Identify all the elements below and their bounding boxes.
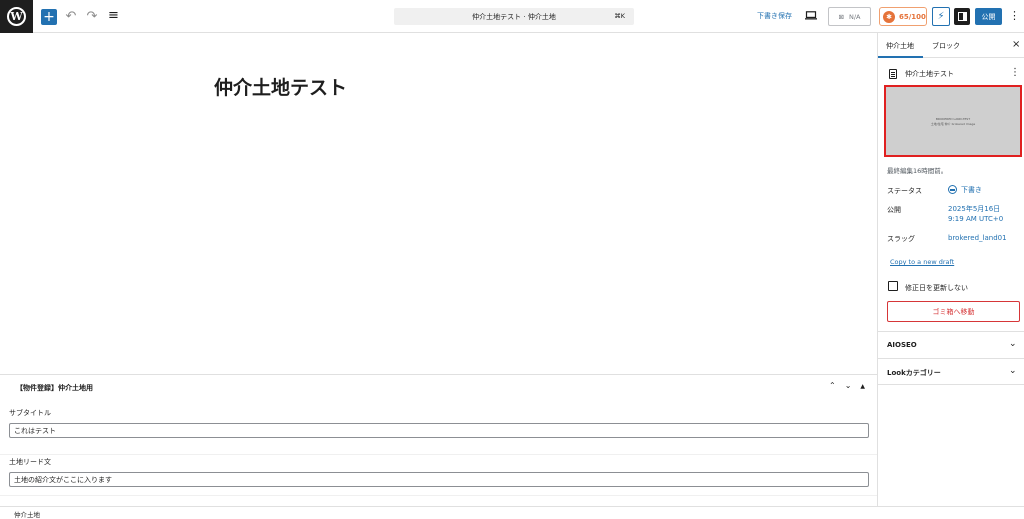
- aioseo-score: 65/100: [899, 12, 926, 21]
- editor-topbar: W + ↶ ↷ ≡ 仲介土地テスト · 仲介土地 ⌘K 下書き保存 ⊠ N/A …: [0, 0, 1024, 33]
- sidebar-document-title: 仲介土地テスト: [905, 70, 954, 78]
- post-document-icon: [889, 69, 897, 79]
- slug-label: スラッグ: [887, 235, 915, 243]
- tab-post[interactable]: 仲介土地: [886, 41, 914, 51]
- chevron-down-icon: ⌄: [1009, 366, 1017, 376]
- field-divider: [0, 495, 877, 496]
- settings-toggle-button[interactable]: [954, 8, 970, 25]
- publish-time: 9:19 AM UTC+0: [948, 215, 1004, 223]
- status-label: ステータス: [887, 187, 922, 195]
- thumbnail-text: 土地/住宅 仲介 brokered Image: [930, 121, 976, 126]
- editor-footer: 仲介土地: [0, 506, 1024, 519]
- publish-button[interactable]: 公開: [975, 8, 1002, 25]
- publish-date: 2025年5月16日: [948, 205, 1001, 213]
- featured-image-thumbnail[interactable]: BROKERED LAND-TEST 土地/住宅 仲介 brokered Ima…: [884, 85, 1022, 157]
- seo-na-button[interactable]: ⊠ N/A: [828, 7, 871, 26]
- ai-magic-wand-icon[interactable]: ⚡: [932, 7, 950, 26]
- add-block-button[interactable]: +: [41, 9, 57, 25]
- panel-look-category[interactable]: Lookカテゴリー ⌄: [878, 358, 1024, 385]
- panel-title: Lookカテゴリー: [887, 369, 941, 377]
- lead-text-label: 土地リード文: [9, 458, 51, 466]
- property-metabox: 【物件登録】仲介土地用 ⌃ ⌄ ▲ サブタイトル 土地リード文: [0, 374, 877, 506]
- post-actions-more-icon[interactable]: ⋮: [1010, 67, 1020, 78]
- move-to-trash-button[interactable]: ゴミ箱へ移動: [887, 301, 1020, 322]
- command-shortcut: ⌘K: [614, 12, 625, 20]
- chevron-down-icon: ⌄: [1009, 339, 1017, 349]
- sidebar-panel-icon: [957, 12, 967, 21]
- seo-grid-icon: ⊠: [838, 12, 844, 21]
- draft-status-icon: [948, 185, 957, 194]
- options-more-icon[interactable]: ⋮: [1009, 9, 1020, 22]
- subtitle-input[interactable]: [9, 423, 869, 438]
- seo-na-label: N/A: [848, 12, 861, 21]
- close-icon[interactable]: ×: [1012, 39, 1020, 50]
- editor-canvas[interactable]: 仲介土地テスト: [0, 33, 877, 374]
- last-edited-text: 最終編集16時間前。: [887, 167, 948, 175]
- publish-label: 公開: [887, 206, 901, 214]
- wordpress-logo-icon: W: [7, 7, 26, 26]
- panel-aioseo[interactable]: AIOSEO ⌄: [878, 331, 1024, 358]
- move-up-icon[interactable]: ⌃: [829, 381, 836, 390]
- panel-title: AIOSEO: [887, 341, 917, 349]
- no-update-modified-checkbox[interactable]: [888, 281, 898, 291]
- publish-date-button[interactable]: 2025年5月16日 9:19 AM UTC+0: [948, 204, 1003, 224]
- wordpress-logo-button[interactable]: W: [0, 0, 33, 33]
- sidebar-tabs: 仲介土地 ブロック ×: [878, 33, 1024, 58]
- undo-icon[interactable]: ↶: [65, 9, 77, 24]
- no-update-modified-label: 修正日を更新しない: [905, 284, 968, 292]
- slug-value-button[interactable]: brokered_land01: [948, 233, 1007, 243]
- document-title-bar[interactable]: 仲介土地テスト · 仲介土地 ⌘K: [394, 8, 634, 25]
- post-title[interactable]: 仲介土地テスト: [214, 73, 347, 100]
- collapse-toggle-icon[interactable]: ▲: [860, 383, 865, 390]
- document-overview-icon[interactable]: ≡: [107, 8, 120, 23]
- lead-text-input[interactable]: [9, 472, 869, 487]
- status-value-button[interactable]: 下書き: [961, 185, 982, 195]
- redo-icon[interactable]: ↷: [86, 9, 98, 24]
- save-draft-button[interactable]: 下書き保存: [757, 11, 792, 21]
- metabox-controls: ⌃ ⌄ ▲: [829, 381, 865, 390]
- move-down-icon[interactable]: ⌄: [845, 381, 852, 390]
- field-divider: [0, 454, 877, 455]
- tab-block[interactable]: ブロック: [932, 41, 960, 51]
- settings-sidebar: 仲介土地 ブロック × 仲介土地テスト ⋮ BROKERED LAND-TEST…: [877, 33, 1024, 506]
- aioseo-logo-icon: ✱: [883, 10, 895, 23]
- metabox-title: 【物件登録】仲介土地用: [16, 384, 93, 392]
- copy-to-new-draft-link[interactable]: Copy to a new draft: [890, 258, 954, 266]
- thumbnail-text: BROKERED LAND-TEST: [935, 116, 971, 121]
- preview-desktop-icon[interactable]: [805, 11, 817, 20]
- subtitle-label: サブタイトル: [9, 409, 51, 417]
- aioseo-score-button[interactable]: ✱ 65/100: [879, 7, 927, 26]
- active-tab-indicator: [878, 56, 923, 58]
- document-title: 仲介土地テスト · 仲介土地: [472, 12, 556, 21]
